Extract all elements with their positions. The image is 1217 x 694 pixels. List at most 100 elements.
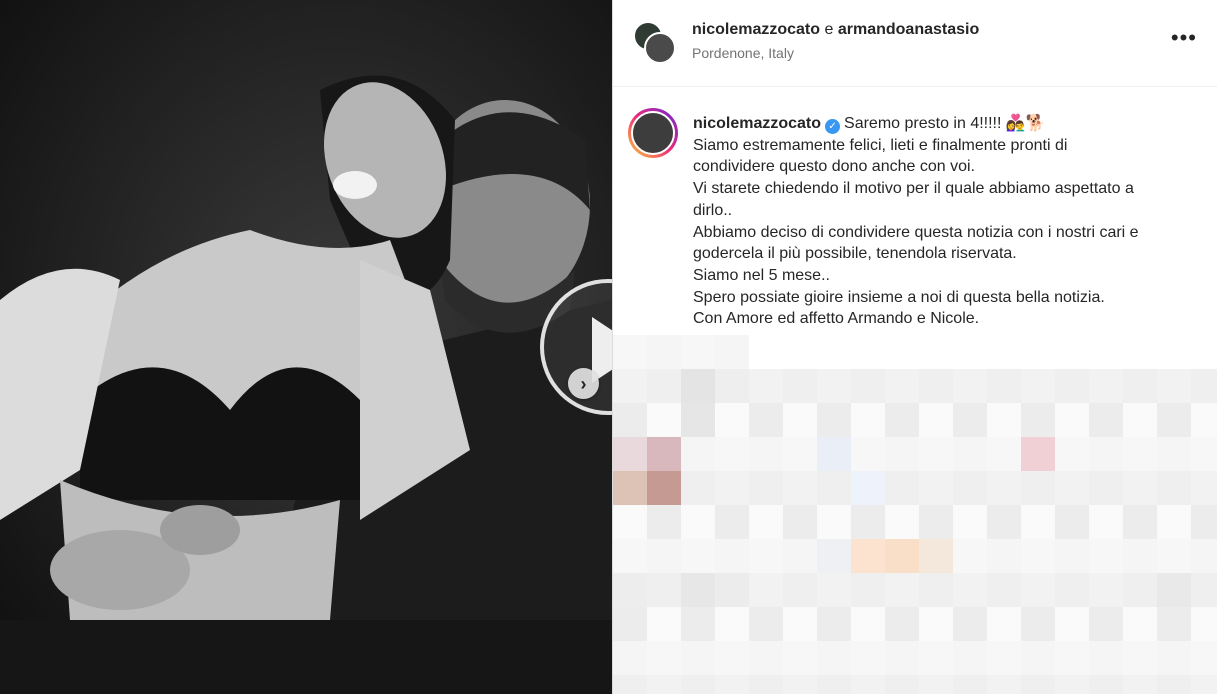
blur-tile <box>681 539 715 573</box>
blur-tile <box>1157 505 1191 539</box>
blur-tile <box>1055 505 1089 539</box>
caption-line: Siamo nel 5 mese.. <box>693 266 830 284</box>
blur-tile <box>647 437 681 471</box>
blur-tile <box>1157 573 1191 607</box>
blur-tile <box>1157 471 1191 505</box>
blur-tile <box>749 403 783 437</box>
blur-tile <box>1123 539 1157 573</box>
blur-tile <box>783 607 817 641</box>
blur-tile <box>987 607 1021 641</box>
blur-tile <box>613 607 647 641</box>
post-caption: nicolemazzocato ✓ Saremo presto in 4!!!!! … <box>693 113 1203 330</box>
blur-tile <box>987 437 1021 471</box>
blur-tile <box>919 437 953 471</box>
blurred-comments-area <box>613 335 1217 694</box>
caption-line: dirlo.. <box>693 201 733 219</box>
blur-tile <box>1191 505 1217 539</box>
blur-tile <box>1021 641 1055 675</box>
blur-tile <box>953 403 987 437</box>
blur-tile <box>1055 607 1089 641</box>
caption-line: Con Amore ed affetto Armando e Nicole. <box>693 310 980 328</box>
blur-tile <box>613 505 647 539</box>
coauthor-link[interactable]: armandoanastasio <box>838 21 979 38</box>
blur-tile <box>681 403 715 437</box>
blur-tile <box>1055 335 1089 369</box>
next-media-button[interactable]: › <box>568 368 599 399</box>
blur-tile <box>1021 607 1055 641</box>
blur-tile <box>817 675 851 694</box>
blur-tile <box>885 437 919 471</box>
blur-tile <box>919 403 953 437</box>
blur-tile <box>953 573 987 607</box>
blur-tile <box>749 539 783 573</box>
blur-tile <box>885 675 919 694</box>
blur-tile <box>1089 335 1123 369</box>
blur-tile <box>1055 403 1089 437</box>
blur-tile <box>953 505 987 539</box>
blur-tile <box>851 335 885 369</box>
blur-tile <box>885 641 919 675</box>
blur-tile <box>953 369 987 403</box>
blur-tile <box>851 471 885 505</box>
blur-tile <box>851 505 885 539</box>
blur-tile <box>1123 607 1157 641</box>
blur-tile <box>987 573 1021 607</box>
blur-tile <box>1191 403 1217 437</box>
blur-tile <box>715 607 749 641</box>
blur-tile <box>647 675 681 694</box>
blur-tile <box>919 573 953 607</box>
blur-tile <box>613 335 647 369</box>
blur-tile <box>783 403 817 437</box>
blur-tile <box>749 369 783 403</box>
blur-tile <box>681 641 715 675</box>
blur-tile <box>1123 505 1157 539</box>
blur-tile <box>1191 675 1217 694</box>
blur-tile <box>783 369 817 403</box>
blur-tile <box>613 403 647 437</box>
blur-tile <box>885 369 919 403</box>
blur-tile <box>681 505 715 539</box>
blur-tile <box>885 471 919 505</box>
caption-username[interactable]: nicolemazzocato <box>693 115 821 132</box>
blur-tile <box>817 369 851 403</box>
blur-tile <box>953 675 987 694</box>
blur-tile <box>851 607 885 641</box>
blur-tile <box>817 505 851 539</box>
blur-tile <box>987 641 1021 675</box>
avatar[interactable] <box>631 111 675 155</box>
blur-tile <box>987 403 1021 437</box>
blur-tile <box>783 675 817 694</box>
blur-tile <box>1089 505 1123 539</box>
location-link[interactable]: Pordenone, Italy <box>692 45 794 61</box>
blur-tile <box>1021 539 1055 573</box>
post-photo <box>0 0 612 694</box>
blur-tile <box>1021 573 1055 607</box>
blur-tile <box>817 641 851 675</box>
authors-connector: e <box>824 21 834 38</box>
caption-title: Saremo presto in 4!!!!! 👩‍❤️‍👨🐕 <box>844 115 1046 132</box>
blur-tile <box>1123 471 1157 505</box>
blur-tile <box>817 471 851 505</box>
blur-tile <box>953 335 987 369</box>
blur-tile <box>715 573 749 607</box>
blur-tile <box>1055 641 1089 675</box>
blur-tile <box>647 471 681 505</box>
blur-tile <box>885 335 919 369</box>
blur-tile <box>919 539 953 573</box>
blur-tile <box>749 573 783 607</box>
avatar[interactable] <box>644 32 676 64</box>
author-link[interactable]: nicolemazzocato <box>692 21 820 38</box>
post-media[interactable]: › <box>0 0 612 694</box>
blur-tile <box>1157 675 1191 694</box>
blur-tile <box>953 607 987 641</box>
blur-tile <box>613 437 647 471</box>
blur-tile <box>783 505 817 539</box>
blur-tile <box>885 607 919 641</box>
blur-tile <box>749 675 783 694</box>
blur-tile <box>919 675 953 694</box>
blur-tile <box>1191 641 1217 675</box>
blur-tile <box>1021 437 1055 471</box>
more-options-button[interactable]: ••• <box>1171 27 1197 49</box>
blur-tile <box>749 641 783 675</box>
blur-tile <box>783 437 817 471</box>
